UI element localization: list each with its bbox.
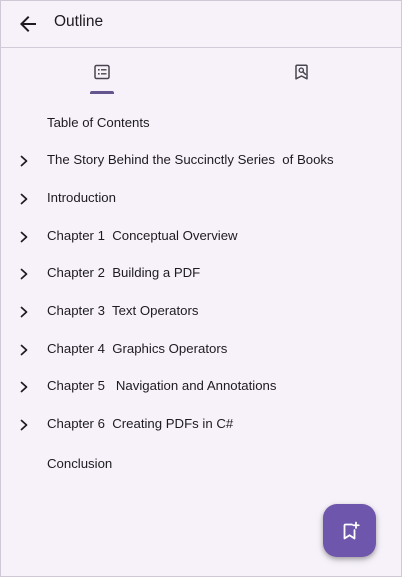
toc-item-chapter-4[interactable]: Chapter 4 Graphics Operators (1, 331, 401, 369)
toc-item-label: Chapter 2 Building a PDF (47, 265, 201, 280)
chevron-right-icon[interactable] (18, 343, 30, 357)
toc-item-chapter-6[interactable]: Chapter 6 Creating PDFs in C# (1, 406, 401, 444)
back-button[interactable] (11, 7, 45, 41)
chevron-right-icon[interactable] (18, 305, 30, 319)
toc-item-story[interactable]: The Story Behind the Succinctly Series o… (1, 142, 401, 180)
toc-item-chapter-2[interactable]: Chapter 2 Building a PDF (1, 255, 401, 293)
toc-item-chapter-1[interactable]: Chapter 1 Conceptual Overview (1, 218, 401, 256)
outline-panel: Outline Table of Contents The Story Behi… (0, 0, 402, 577)
tab-outline[interactable] (61, 48, 143, 96)
tab-bookmarks[interactable] (261, 48, 343, 96)
chevron-right-icon[interactable] (18, 267, 30, 281)
toc-item-label: Chapter 1 Conceptual Overview (47, 228, 238, 243)
top-app-bar: Outline (1, 1, 401, 48)
toc-item-chapter-3[interactable]: Chapter 3 Text Operators (1, 293, 401, 331)
chevron-right-icon[interactable] (18, 230, 30, 244)
bookmark-search-icon (295, 64, 308, 80)
page-title: Outline (54, 13, 104, 30)
add-bookmark-button[interactable] (323, 504, 376, 557)
add-bookmark-icon (343, 521, 360, 539)
toc-item-label: Conclusion (47, 456, 113, 471)
chevron-right-icon[interactable] (18, 380, 30, 394)
tab-selected-indicator (90, 91, 114, 94)
toc-item-introduction[interactable]: Introduction (1, 180, 401, 218)
toc-item-label: Chapter 5 Navigation and Annotations (47, 378, 277, 393)
chevron-right-icon[interactable] (18, 154, 30, 168)
toc-item-label: Table of Contents (47, 115, 150, 130)
toc-item-chapter-5[interactable]: Chapter 5 Navigation and Annotations (1, 368, 401, 406)
toc-item-table-of-contents[interactable]: Table of Contents (1, 105, 401, 143)
toc-item-label: Chapter 3 Text Operators (47, 303, 199, 318)
toc-item-label: Chapter 6 Creating PDFs in C# (47, 416, 234, 431)
arrow-back-icon (20, 16, 36, 32)
toc-item-label: Chapter 4 Graphics Operators (47, 341, 228, 356)
toc-item-label: The Story Behind the Succinctly Series o… (47, 152, 334, 167)
chevron-right-icon[interactable] (18, 192, 30, 206)
chevron-right-icon[interactable] (18, 418, 30, 432)
list-icon (94, 64, 110, 80)
toc-item-conclusion[interactable]: Conclusion (1, 446, 401, 484)
toc-item-label: Introduction (47, 190, 116, 205)
tab-bar (1, 48, 401, 96)
